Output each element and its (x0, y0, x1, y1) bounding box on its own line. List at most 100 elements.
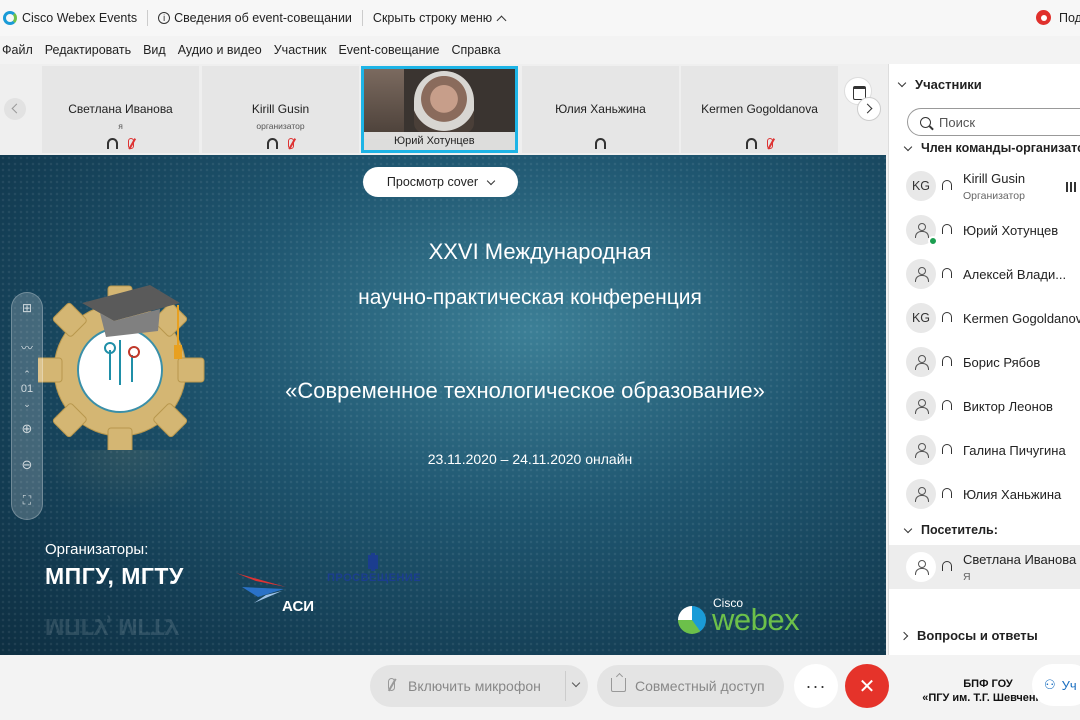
menu-participant[interactable]: Участник (274, 43, 327, 57)
person-icon (914, 487, 929, 502)
app-title: Cisco Webex Events (22, 11, 138, 25)
event-info-button[interactable]: Сведения об event-совещании (174, 11, 352, 25)
unmute-button[interactable]: Включить микрофон (370, 665, 588, 707)
organizers-reflection: МПГУ, МГТУ (45, 614, 179, 640)
participant-name: Kermen Gogoldanova (963, 311, 1080, 326)
fit-screen-icon[interactable]: ⛶ (12, 493, 42, 508)
annotation-palette: ⊞ 〰 ⌃ 01 ⌄ ⊕ ⊖ ⛶ (11, 292, 43, 520)
headset-icon (942, 488, 952, 498)
info-icon: i (158, 12, 171, 24)
unmute-label: Включить микрофон (408, 678, 541, 694)
divider (147, 10, 149, 26)
avatar-initials: KG (911, 311, 931, 325)
participant-row[interactable]: Светлана Иванова Я (889, 545, 1080, 589)
view-mode-button[interactable]: Просмотр cover (363, 167, 518, 197)
search-icon (920, 116, 931, 128)
participant-row[interactable]: KG Kermen Gogoldanova (889, 296, 1080, 340)
participant-row[interactable]: Борис Рябов (889, 340, 1080, 384)
chevron-down-icon (903, 142, 913, 151)
menu-audio-video[interactable]: Аудио и видео (178, 43, 262, 57)
meeting-controls: Включить микрофон Совместный доступ ··· … (0, 655, 1080, 720)
hide-menu-button[interactable]: Скрыть строку меню (373, 11, 492, 25)
scroll-right-button[interactable] (857, 97, 881, 121)
recording-label[interactable]: Под (1059, 11, 1080, 25)
share-icon (611, 678, 626, 692)
more-options-button[interactable]: ··· (794, 664, 838, 708)
page-up-icon[interactable]: ⌃ (12, 369, 42, 380)
qa-title: Вопросы и ответы (917, 628, 1038, 643)
participant-row[interactable]: KG Kirill Gusin Организатор (889, 164, 1080, 208)
participant-name: Алексей Влади... (963, 267, 1067, 282)
mic-muted-icon (128, 138, 134, 149)
zoom-out-icon[interactable]: ⊖ (12, 457, 42, 473)
group-attendees-header[interactable]: Посетитель: (903, 523, 998, 537)
divider (361, 10, 363, 26)
participant-name: Светлана Иванова (963, 552, 1077, 567)
headset-icon (942, 444, 952, 454)
tile-role: я (118, 121, 123, 131)
webex-logo-icon (3, 11, 17, 25)
audio-options-chevron-icon[interactable] (571, 678, 581, 688)
avatar (906, 479, 936, 509)
video-tile-active[interactable]: Юрий Хотунцев (361, 66, 518, 153)
participant-search-input[interactable]: Поиск (907, 108, 1080, 136)
avatar: KG (906, 171, 936, 201)
headset-icon (942, 561, 952, 571)
group-attendees-title: Посетитель: (921, 523, 998, 537)
headset-icon (746, 138, 757, 149)
chevron-up-icon[interactable] (496, 15, 507, 25)
conference-title-line1: XXVI Международная (428, 239, 652, 264)
avatar (906, 215, 938, 246)
group-hosts-title: Член команды-организатора (921, 141, 1080, 155)
annotate-icon[interactable]: 〰 (12, 339, 42, 356)
webex-logo-icon (678, 606, 706, 634)
person-icon (914, 443, 929, 458)
headset-icon (107, 138, 118, 149)
participant-role: Я (963, 571, 971, 583)
zoom-in-icon[interactable]: ⊕ (12, 421, 42, 437)
video-tile[interactable]: Юлия Ханьжина (522, 66, 679, 153)
leave-meeting-button[interactable]: ✕ (845, 664, 889, 708)
group-hosts-header[interactable]: Член команды-организатора (903, 141, 1080, 155)
menu-event[interactable]: Event-совещание (338, 43, 439, 57)
qa-section-header[interactable]: Вопросы и ответы (899, 628, 1038, 643)
recording-icon[interactable] (1036, 10, 1051, 25)
participant-name: Юлия Ханьжина (963, 487, 1062, 502)
video-tile[interactable]: Kirill Gusin организатор (202, 66, 359, 153)
tile-name: Юрий Хотунцев (394, 135, 475, 147)
menu-edit[interactable]: Редактировать (45, 43, 131, 57)
prosveshchenie-logo-icon (368, 553, 378, 571)
menu-view[interactable]: Вид (143, 43, 166, 57)
participant-row[interactable]: Юлия Ханьжина (889, 472, 1080, 516)
participant-row[interactable]: Галина Пичугина (889, 428, 1080, 472)
page-down-icon[interactable]: ⌄ (12, 399, 42, 410)
participants-button[interactable]: ⚇ Уч (1032, 664, 1080, 706)
conference-dates: 23.11.2020 – 24.11.2020 онлайн (427, 451, 633, 467)
menu-file[interactable]: Файл (2, 43, 33, 57)
asi-logo-text: АСИ (282, 598, 315, 615)
mic-muted-icon (288, 138, 294, 149)
participant-name: Юрий Хотунцев (963, 223, 1059, 238)
webex-label: webex (712, 602, 800, 637)
headset-icon (595, 138, 606, 149)
share-button[interactable]: Совместный доступ (597, 665, 784, 707)
page-number: 01 (20, 383, 34, 395)
participants-header[interactable]: Участники (897, 77, 982, 92)
conference-gear-logo (38, 285, 205, 450)
participant-row[interactable]: Алексей Влади... (889, 252, 1080, 296)
participant-row[interactable]: Виктор Леонов (889, 384, 1080, 428)
grid-icon[interactable]: ⊞ (12, 301, 42, 315)
participants-panel: Участники Поиск Член команды-организатор… (888, 64, 1080, 658)
asi-logo-icon (236, 573, 286, 603)
person-icon (914, 399, 929, 414)
headset-icon (942, 356, 952, 366)
video-tile[interactable]: Kermen Gogoldanova (681, 66, 838, 153)
video-tile[interactable]: Светлана Иванова я (42, 66, 199, 153)
person-icon (914, 267, 929, 282)
menu-help[interactable]: Справка (451, 43, 500, 57)
person-icon (914, 223, 929, 238)
scroll-left-button[interactable] (4, 98, 26, 120)
participant-row[interactable]: Юрий Хотунцев (889, 208, 1080, 252)
person-icon (914, 355, 929, 370)
headset-icon (942, 268, 952, 278)
